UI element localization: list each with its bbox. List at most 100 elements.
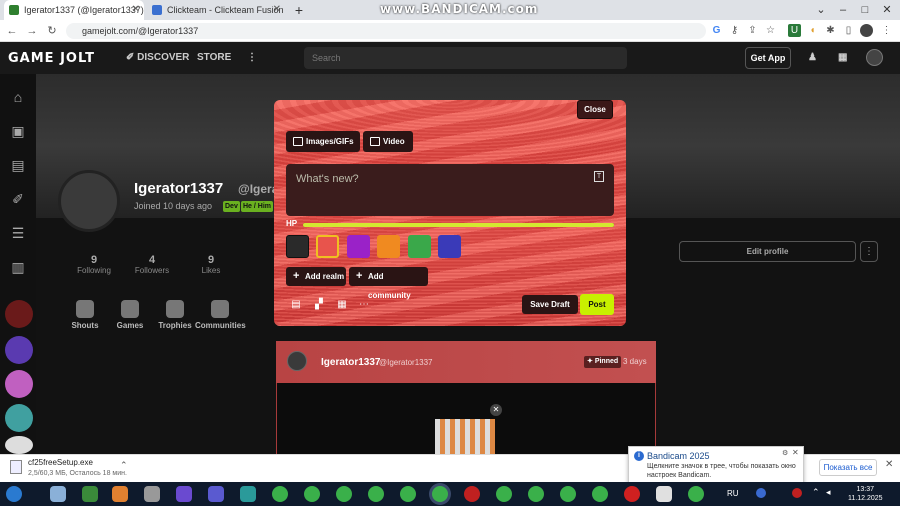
sidepanel-icon[interactable]: ▯ [842, 24, 855, 37]
notification-close-icon[interactable]: ✕ [792, 448, 799, 457]
post-media[interactable]: ✕ [277, 383, 655, 454]
close-window-icon[interactable]: ✕ [876, 0, 898, 20]
post-button[interactable]: Post [580, 294, 614, 315]
post-author-name[interactable]: Igerator1337 [321, 357, 380, 368]
back-icon[interactable]: ← [4, 23, 20, 39]
games-grid-icon[interactable]: ▥ [9, 258, 27, 276]
add-realm-button[interactable]: + Add realm [286, 267, 346, 286]
nav-store[interactable]: STORE [197, 52, 231, 63]
browser-tab-gamejolt[interactable]: Igerator1337 (@Igerator1337) - G ✕ [4, 0, 144, 20]
opera-taskbar-icon[interactable] [624, 486, 640, 502]
taskbar-app-icon[interactable] [50, 486, 66, 502]
nav-discover[interactable]: ✐ DISCOVER [126, 52, 189, 63]
chrome-taskbar-icon[interactable] [688, 486, 704, 502]
home-icon[interactable]: ⌂ [9, 88, 27, 106]
post-author-avatar[interactable] [287, 351, 307, 371]
chrome-taskbar-icon-active[interactable] [432, 486, 448, 502]
bookmark-star-icon[interactable]: ☆ [764, 24, 777, 37]
stat-followers[interactable]: 4 Followers [122, 254, 182, 275]
more-menu-icon[interactable]: ⋮ [247, 52, 257, 63]
google-icon[interactable]: G [710, 24, 723, 37]
maximize-icon[interactable]: □ [854, 0, 876, 20]
profile-avatar[interactable] [58, 170, 120, 232]
chrome-taskbar-icon[interactable] [560, 486, 576, 502]
chrome-taskbar-icon[interactable] [496, 486, 512, 502]
chevron-up-icon[interactable]: ⌃ [120, 460, 128, 471]
chrome-taskbar-icon[interactable] [528, 486, 544, 502]
taskbar-app-icon[interactable] [464, 486, 480, 502]
gamejolt-logo[interactable]: GAME JOLT [8, 51, 95, 66]
tray-help-icon[interactable] [756, 488, 766, 498]
taskbar-clock[interactable]: 13:37 11.12.2025 [848, 485, 883, 503]
notifications-bell-icon[interactable]: ♟ [808, 52, 817, 63]
search-input[interactable]: Search [304, 47, 627, 69]
profile-avatar-icon[interactable] [860, 24, 873, 37]
poll-icon[interactable]: ▞ [313, 299, 325, 311]
library-icon[interactable]: ▣ [9, 122, 27, 140]
profile-more-icon[interactable]: ⋮ [860, 241, 878, 262]
close-button[interactable]: Close [577, 100, 613, 119]
stat-likes[interactable]: 9 Likes [181, 254, 241, 275]
close-tab-icon[interactable]: ✕ [273, 0, 281, 20]
volume-icon[interactable]: ◂ [826, 487, 831, 498]
community-avatar[interactable] [5, 336, 33, 364]
taskbar-app-icon[interactable] [240, 486, 256, 502]
taskbar-app-icon[interactable] [656, 486, 672, 502]
download-filename[interactable]: cf25freeSetup.exe [28, 458, 93, 467]
language-indicator[interactable]: RU [727, 489, 739, 498]
sound-extension-icon[interactable]: ◖ [806, 24, 819, 37]
chrome-taskbar-icon[interactable] [272, 486, 288, 502]
extension-badge-icon[interactable]: U [788, 24, 801, 37]
taskbar-app-icon[interactable] [176, 486, 192, 502]
user-avatar[interactable] [866, 49, 883, 66]
chat-icon[interactable]: ☰ [9, 224, 27, 242]
schedule-calendar-icon[interactable]: ▦ [336, 299, 348, 311]
close-download-bar-icon[interactable]: ✕ [885, 459, 893, 470]
chrome-taskbar-icon[interactable] [368, 486, 384, 502]
stat-following[interactable]: 9 Following [64, 254, 124, 275]
minimize-icon[interactable]: – [832, 0, 854, 20]
taskbar-app-icon[interactable] [144, 486, 160, 502]
new-tab-button[interactable]: + [288, 0, 310, 20]
chrome-taskbar-icon[interactable] [304, 486, 320, 502]
post-content-input[interactable]: What's new? [286, 164, 614, 216]
start-button-icon[interactable] [6, 486, 22, 502]
background-swatch[interactable] [408, 235, 431, 258]
forward-icon[interactable]: → [24, 23, 40, 39]
tab-shouts[interactable]: Shouts [60, 300, 110, 330]
background-swatch[interactable] [438, 235, 461, 258]
tab-communities[interactable]: Communities [195, 300, 246, 330]
background-swatch[interactable] [377, 235, 400, 258]
add-community-button[interactable]: + Add community [349, 267, 428, 300]
images-gifs-button[interactable]: Images/GIFs [286, 131, 360, 152]
chrome-menu-icon[interactable]: ⋮ [880, 24, 893, 37]
taskbar-app-icon[interactable] [82, 486, 98, 502]
tab-trophies[interactable]: Trophies [150, 300, 200, 330]
tab-search-icon[interactable]: ⌄ [810, 0, 832, 20]
tray-overflow-icon[interactable]: ⌃ [812, 487, 820, 498]
media-remove-icon[interactable]: ✕ [490, 404, 502, 416]
background-swatch[interactable] [347, 235, 370, 258]
background-swatch-none[interactable] [286, 235, 309, 258]
extensions-puzzle-icon[interactable]: ✱ [824, 24, 837, 37]
key-icon[interactable]: ⚷ [728, 24, 741, 37]
post-settings-icon[interactable]: ▤ [290, 299, 302, 311]
browser-tab-clickteam[interactable]: Clickteam - Clickteam Fusion 2.5 ✕ [147, 0, 285, 20]
more-options-icon[interactable]: ⋯ [358, 299, 370, 311]
chrome-taskbar-icon[interactable] [400, 486, 416, 502]
reload-icon[interactable]: ↻ [44, 23, 60, 39]
discover-sidebar-icon[interactable]: ✐ [9, 190, 27, 208]
community-avatar[interactable] [5, 436, 33, 454]
video-button[interactable]: Video [363, 131, 413, 152]
share-icon[interactable]: ⇪ [746, 24, 759, 37]
notification-settings-icon[interactable]: ⚙ [782, 449, 788, 457]
shop-bag-icon[interactable]: ▤ [9, 156, 27, 174]
text-format-icon[interactable]: T [594, 171, 604, 182]
community-avatar[interactable] [5, 370, 33, 398]
show-all-button[interactable]: Показать все [819, 459, 877, 476]
community-avatar[interactable] [5, 300, 33, 328]
edit-profile-button[interactable]: Edit profile [679, 241, 856, 262]
close-tab-icon[interactable]: ✕ [132, 0, 140, 20]
url-field[interactable]: gamejolt.com/@Igerator1337 [66, 23, 706, 39]
chrome-taskbar-icon[interactable] [336, 486, 352, 502]
